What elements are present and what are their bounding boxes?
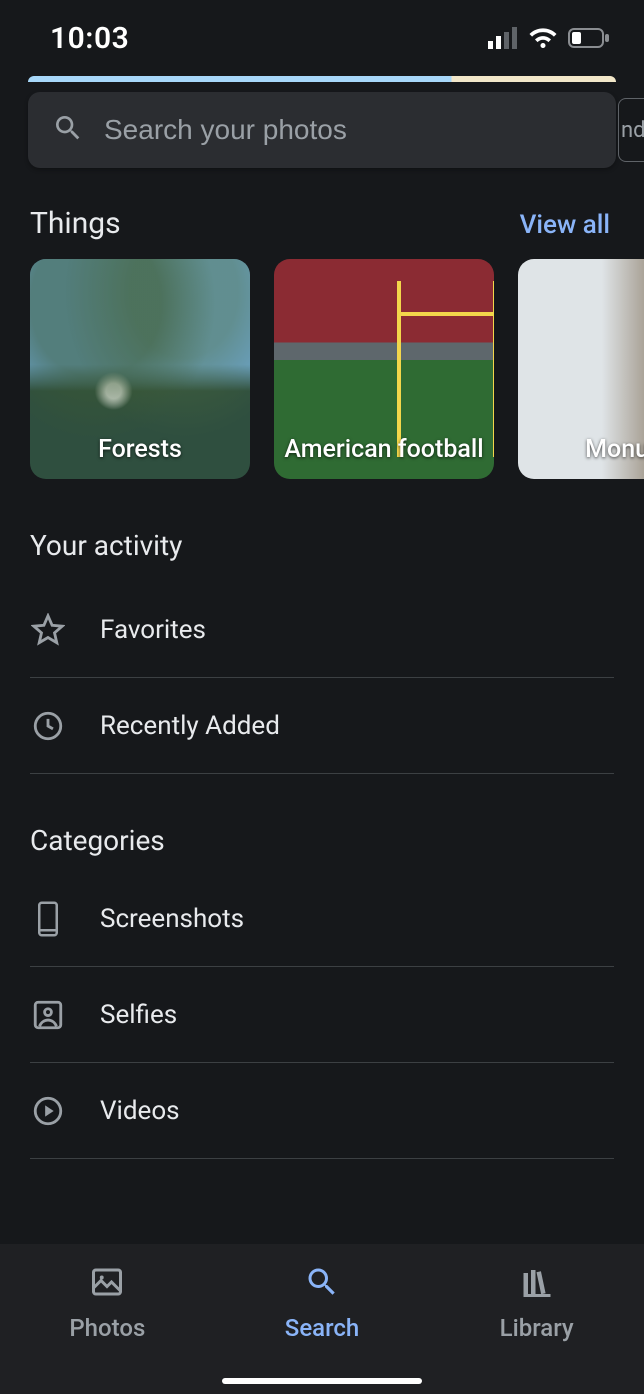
things-row[interactable]: Forests American football Monum	[0, 259, 644, 479]
portrait-icon	[30, 998, 66, 1032]
activity-list: Favorites Recently Added	[0, 582, 644, 774]
home-indicator[interactable]	[222, 1378, 422, 1384]
nav-search[interactable]: Search	[215, 1244, 430, 1394]
nav-library[interactable]: Library	[429, 1244, 644, 1394]
smartphone-icon	[30, 900, 66, 938]
cellular-icon	[488, 27, 518, 49]
search-input[interactable]	[104, 114, 592, 146]
things-view-all[interactable]: View all	[520, 210, 610, 240]
nav-label: Library	[500, 1314, 574, 1342]
row-label: Recently Added	[100, 711, 280, 741]
thing-card-forests[interactable]: Forests	[30, 259, 250, 479]
thing-label: Monum	[585, 436, 644, 465]
row-label: Videos	[100, 1096, 180, 1126]
thing-label: Forests	[98, 436, 182, 465]
status-icons	[488, 27, 610, 49]
image-icon	[89, 1264, 125, 1304]
bottom-nav: Photos Search Library	[0, 1244, 644, 1394]
row-label: Screenshots	[100, 904, 244, 934]
category-screenshots[interactable]: Screenshots	[30, 871, 614, 967]
status-time: 10:03	[50, 21, 129, 56]
activity-favorites[interactable]: Favorites	[30, 582, 614, 678]
search-icon	[52, 112, 84, 148]
categories-list: Screenshots Selfies Videos	[0, 871, 644, 1159]
battery-icon	[568, 27, 610, 49]
star-icon	[30, 613, 66, 647]
activity-recently-added[interactable]: Recently Added	[30, 678, 614, 774]
nav-label: Photos	[69, 1314, 145, 1342]
thing-card-monuments[interactable]: Monum	[518, 259, 644, 479]
row-label: Selfies	[100, 1000, 177, 1030]
thing-label: American football	[284, 436, 483, 465]
library-icon	[519, 1264, 555, 1304]
clock-icon	[30, 709, 66, 743]
play-circle-icon	[30, 1094, 66, 1128]
date-chip-peek[interactable]: nda	[618, 98, 644, 162]
wifi-icon	[528, 27, 558, 49]
status-bar: 10:03	[0, 0, 644, 76]
category-videos[interactable]: Videos	[30, 1063, 614, 1159]
your-activity-title: Your activity	[0, 479, 644, 576]
things-title: Things	[30, 206, 121, 241]
categories-title: Categories	[0, 774, 644, 871]
thing-card-american-football[interactable]: American football	[274, 259, 494, 479]
search-bar[interactable]	[28, 92, 616, 168]
row-label: Favorites	[100, 615, 206, 645]
search-icon	[304, 1264, 340, 1304]
nav-label: Search	[285, 1314, 359, 1342]
nav-photos[interactable]: Photos	[0, 1244, 215, 1394]
category-selfies[interactable]: Selfies	[30, 967, 614, 1063]
